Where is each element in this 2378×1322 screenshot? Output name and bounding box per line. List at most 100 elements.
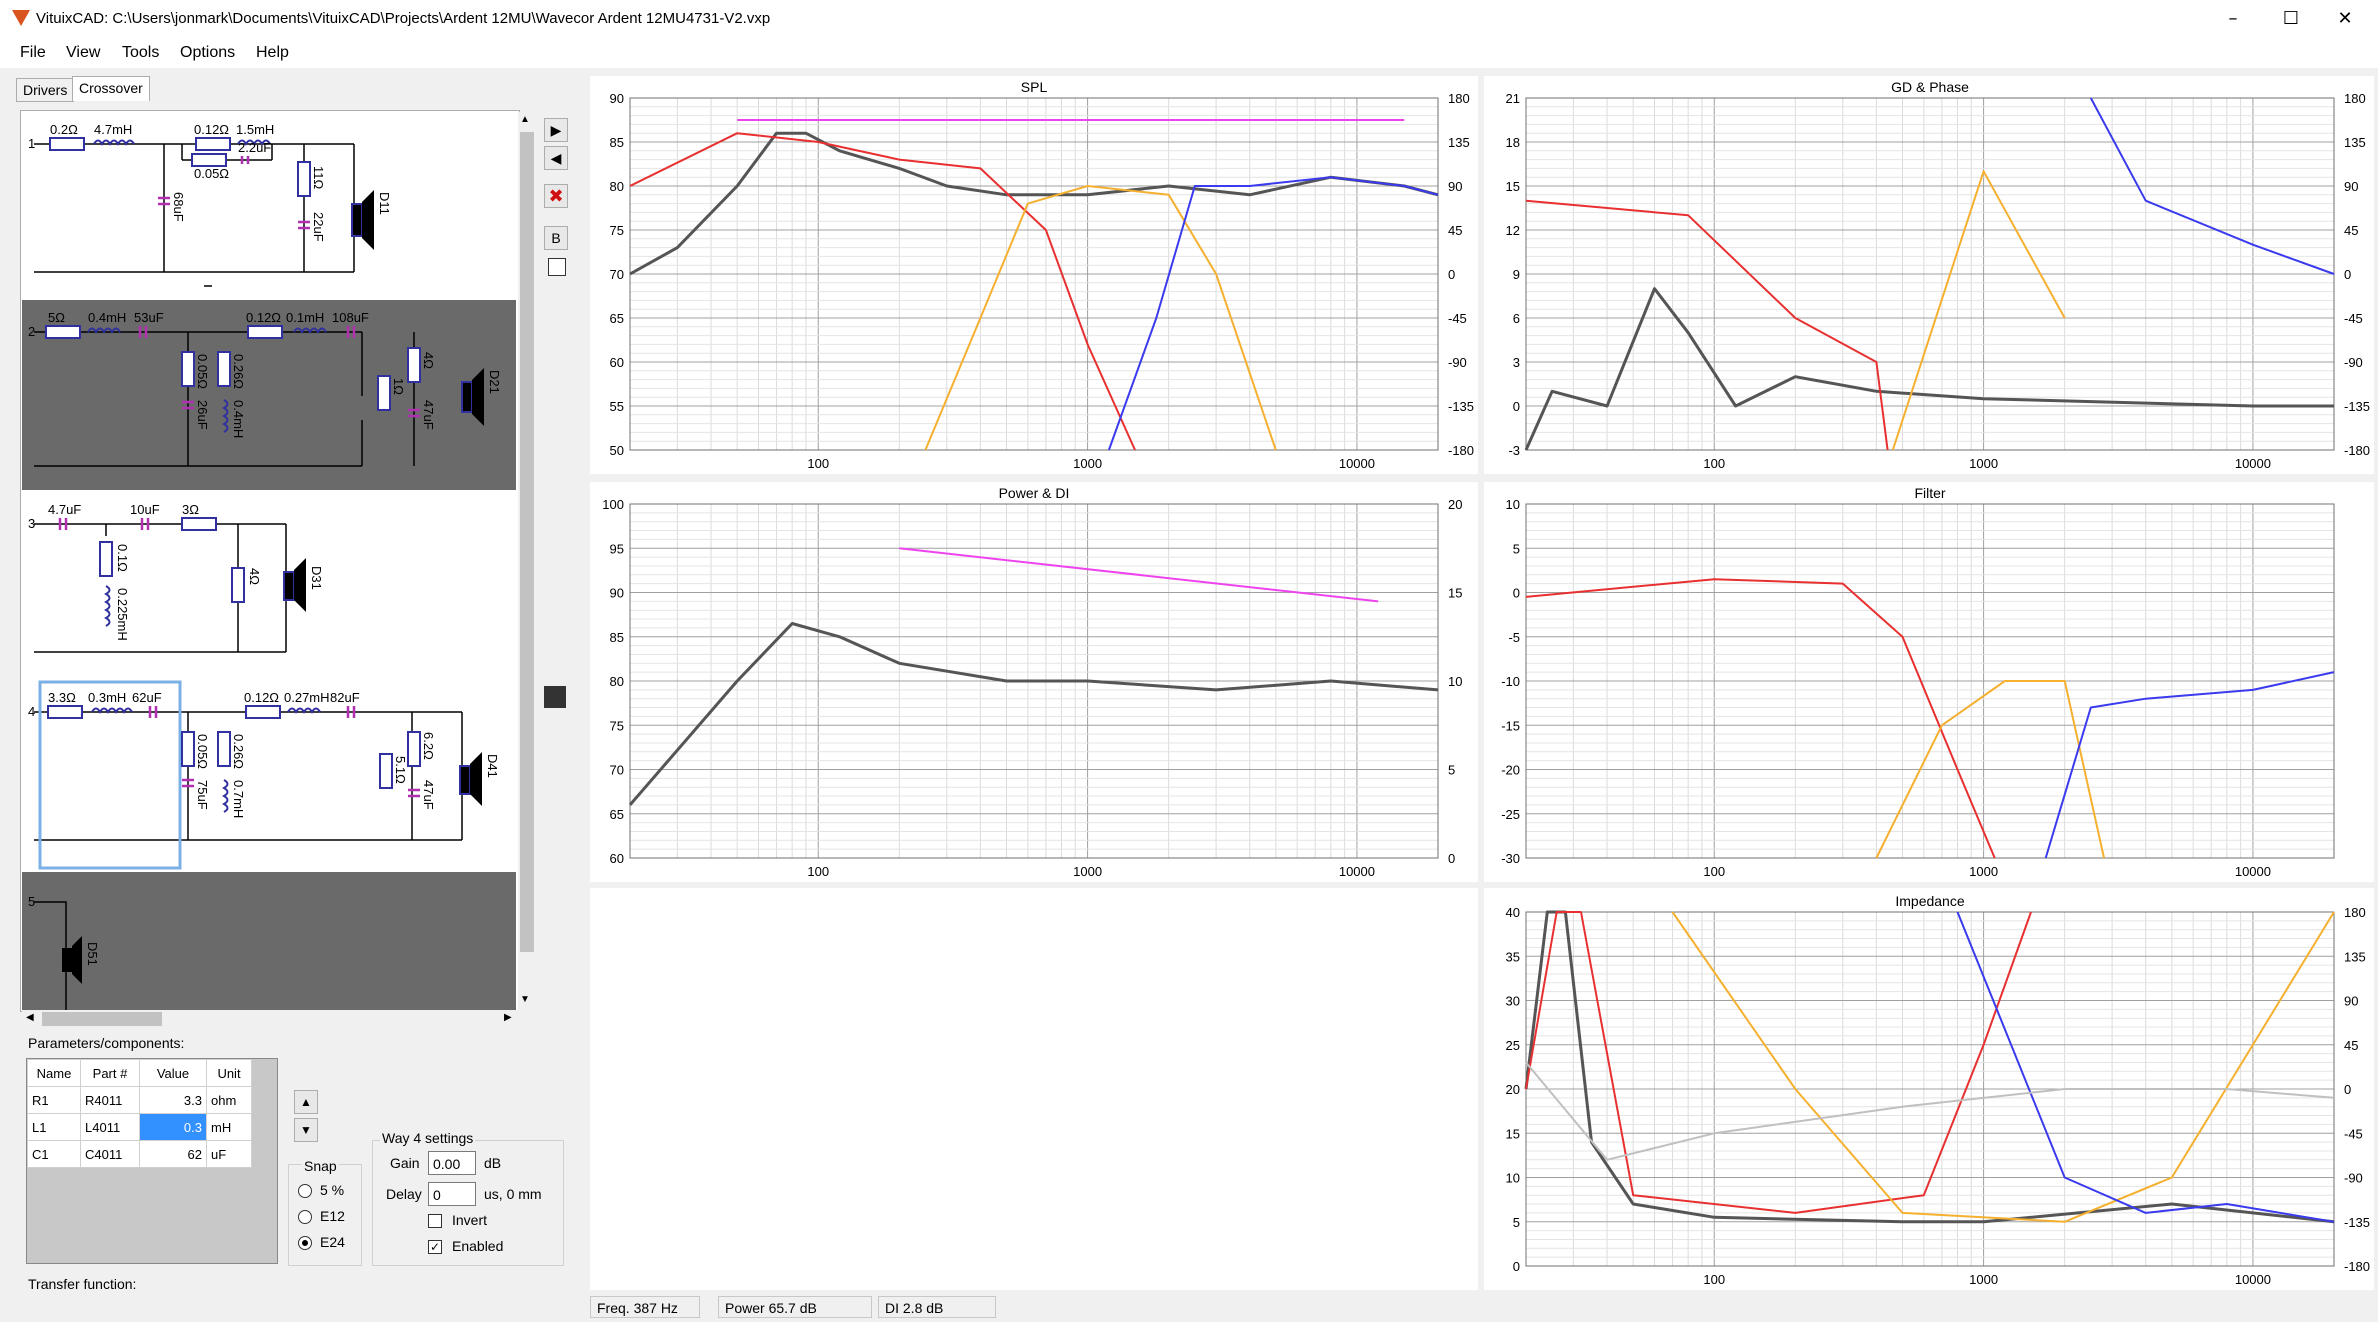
x-tick-label: 1000	[1969, 456, 1998, 471]
series-line-orange	[1891, 170, 2066, 451]
y-tick-label: -15	[1501, 718, 1520, 733]
y-tick-label: 9	[1513, 267, 1520, 282]
series-line-gray	[1524, 287, 2334, 451]
y2-tick-label: 0	[1448, 267, 1455, 282]
y-tick-label: 12	[1506, 223, 1520, 238]
x-tick-label: 1000	[1969, 864, 1998, 879]
y-tick-label: 35	[1506, 949, 1520, 964]
charts-svg: SPL90858075706560555018013590450-45-90-1…	[602, 79, 2370, 1287]
y2-tick-label: 90	[2344, 994, 2358, 1009]
y-tick-label: 70	[610, 267, 624, 282]
chart-title: GD & Phase	[1891, 79, 1969, 95]
status-freq: Freq. 387 Hz	[590, 1296, 700, 1318]
y-tick-label: 20	[1506, 1082, 1520, 1097]
y-tick-label: 60	[610, 355, 624, 370]
chart-title: Impedance	[1895, 893, 1964, 909]
chart-title: Power & DI	[999, 485, 1070, 501]
y-tick-label: 70	[610, 763, 624, 778]
y-tick-label: 6	[1513, 311, 1520, 326]
x-tick-label: 1000	[1073, 864, 1102, 879]
y2-tick-label: -90	[1448, 355, 1467, 370]
y-tick-label: 100	[602, 497, 624, 512]
y-tick-label: -30	[1501, 851, 1520, 866]
y2-tick-label: -45	[1448, 311, 1467, 326]
y-tick-label: 25	[1506, 1038, 1520, 1053]
series-line-orange	[1671, 911, 2335, 1223]
y2-tick-label: -90	[2344, 1171, 2363, 1186]
x-tick-label: 10000	[2235, 864, 2271, 879]
series-line-blue	[1107, 176, 1439, 451]
y-tick-label: 75	[610, 718, 624, 733]
y2-tick-label: -45	[2344, 1126, 2363, 1141]
series-line-blue	[2044, 671, 2335, 859]
y2-tick-label: -45	[2344, 311, 2363, 326]
y-tick-label: 60	[610, 851, 624, 866]
y-tick-label: 95	[610, 541, 624, 556]
y2-tick-label: 45	[2344, 1038, 2358, 1053]
status-di: DI 2.8 dB	[878, 1296, 996, 1318]
y2-tick-label: 90	[1448, 179, 1462, 194]
y-tick-label: -3	[1508, 443, 1520, 458]
y2-tick-label: 0	[2344, 267, 2351, 282]
y2-tick-label: 10	[1448, 674, 1462, 689]
chart-title: Filter	[1914, 485, 1945, 501]
y2-tick-label: 5	[1448, 763, 1455, 778]
y-tick-label: 55	[610, 399, 624, 414]
y2-tick-label: -180	[2344, 443, 2370, 458]
y-tick-label: 30	[1506, 994, 1520, 1009]
y2-tick-label: -135	[1448, 399, 1474, 414]
y-tick-label: 80	[610, 179, 624, 194]
series-line-red	[1525, 578, 1996, 859]
x-tick-label: 100	[807, 864, 829, 879]
y2-tick-label: -180	[2344, 1259, 2370, 1274]
x-tick-label: 10000	[2235, 1272, 2271, 1287]
y2-tick-label: 180	[2344, 905, 2366, 920]
y2-tick-label: -135	[2344, 1215, 2370, 1230]
y-tick-label: 85	[610, 135, 624, 150]
y-tick-label: 3	[1513, 355, 1520, 370]
y-tick-label: 0	[1513, 586, 1520, 601]
x-tick-label: 100	[1703, 1272, 1725, 1287]
y2-tick-label: 90	[2344, 179, 2358, 194]
series-line-red	[1525, 199, 1889, 451]
x-tick-label: 100	[1703, 456, 1725, 471]
y-tick-label: 0	[1513, 1259, 1520, 1274]
series-line-gray	[628, 622, 1439, 806]
y-tick-label: 90	[610, 586, 624, 601]
y-tick-label: 5	[1513, 1215, 1520, 1230]
status-power: Power 65.7 dB	[718, 1296, 872, 1318]
x-tick-label: 1000	[1969, 1272, 1998, 1287]
y-tick-label: 10	[1506, 497, 1520, 512]
y-tick-label: 5	[1513, 541, 1520, 556]
y-tick-label: 65	[610, 311, 624, 326]
y2-tick-label: 45	[2344, 223, 2358, 238]
x-tick-label: 10000	[1339, 864, 1375, 879]
y2-tick-label: 15	[1448, 586, 1462, 601]
y-tick-label: 40	[1506, 905, 1520, 920]
y2-tick-label: 45	[1448, 223, 1462, 238]
y-tick-label: 10	[1506, 1171, 1520, 1186]
y-tick-label: 85	[610, 630, 624, 645]
y-tick-label: 90	[610, 91, 624, 106]
series-line-gray	[1524, 910, 2335, 1224]
y-tick-label: -25	[1501, 807, 1520, 822]
y-tick-label: -5	[1508, 630, 1520, 645]
chart-title: SPL	[1021, 79, 1048, 95]
y2-tick-label: 0	[2344, 1082, 2351, 1097]
y-tick-label: 75	[610, 223, 624, 238]
x-tick-label: 10000	[1339, 456, 1375, 471]
y-tick-label: -20	[1501, 763, 1520, 778]
x-tick-label: 10000	[2235, 456, 2271, 471]
x-tick-label: 100	[1703, 864, 1725, 879]
x-tick-label: 1000	[1073, 456, 1102, 471]
y-tick-label: -10	[1501, 674, 1520, 689]
y2-tick-label: 20	[1448, 497, 1462, 512]
y-tick-label: 50	[610, 443, 624, 458]
y2-tick-label: 135	[2344, 135, 2366, 150]
y-tick-label: 18	[1506, 135, 1520, 150]
y-tick-label: 65	[610, 807, 624, 822]
y2-tick-label: 0	[1448, 851, 1455, 866]
y-tick-label: 15	[1506, 1126, 1520, 1141]
x-tick-label: 100	[807, 456, 829, 471]
y2-tick-label: 180	[1448, 91, 1470, 106]
